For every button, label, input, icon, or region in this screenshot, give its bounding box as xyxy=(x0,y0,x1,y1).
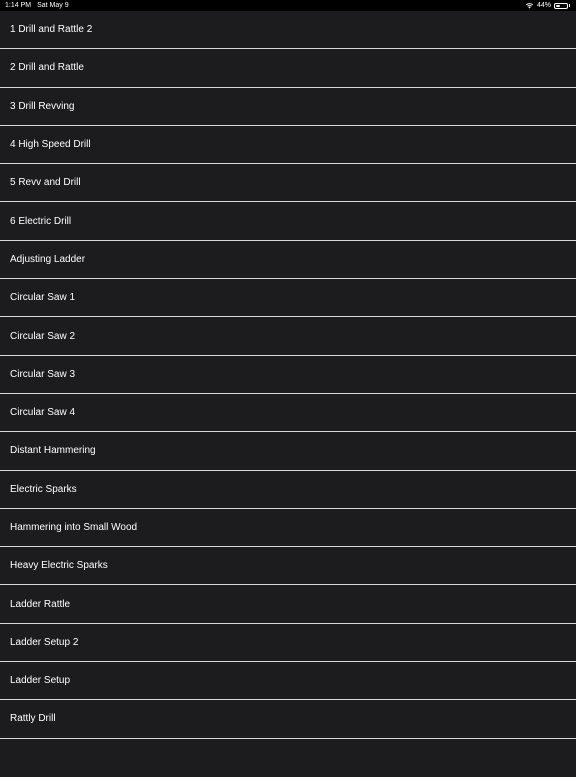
list-item[interactable]: Distant Hammering xyxy=(0,432,576,471)
list-item-label: Electric Sparks xyxy=(10,483,77,495)
status-date: Sat May 9 xyxy=(37,2,69,9)
list-item[interactable]: Rattly Drill xyxy=(0,700,576,739)
list-item[interactable]: 5 Revv and Drill xyxy=(0,164,576,203)
list-item[interactable]: Ladder Rattle xyxy=(0,585,576,624)
status-right: 44% xyxy=(525,0,570,11)
list-item[interactable]: 6 Electric Drill xyxy=(0,202,576,241)
battery-fill xyxy=(556,4,561,7)
list-item-label: 3 Drill Revving xyxy=(10,100,75,112)
list-item-label: Ladder Setup 2 xyxy=(10,636,79,648)
status-time: 1:14 PM xyxy=(5,2,32,9)
battery-icon xyxy=(554,2,568,9)
list-item[interactable]: Adjusting Ladder xyxy=(0,240,576,280)
list-item[interactable]: 4 High Speed Drill xyxy=(0,125,576,165)
list-item[interactable]: Circular Saw 1 xyxy=(0,279,576,318)
list-item-label: Ladder Rattle xyxy=(10,598,71,610)
list-item[interactable]: Hammering into Small Wood xyxy=(0,508,576,548)
list-item-label: 2 Drill and Rattle xyxy=(10,62,84,74)
list-item-label: 6 Electric Drill xyxy=(10,215,72,227)
list-item-label: 4 High Speed Drill xyxy=(10,139,91,151)
list-item-label: Distant Hammering xyxy=(10,445,96,457)
list-item-label: Circular Saw 3 xyxy=(10,368,76,380)
wifi-icon xyxy=(525,3,534,9)
list-item[interactable]: 1 Drill and Rattle 2 xyxy=(0,11,576,50)
list-item-label: Circular Saw 2 xyxy=(10,330,76,342)
list-item-label: 1 Drill and Rattle 2 xyxy=(10,24,93,36)
list-item[interactable]: Heavy Electric Sparks xyxy=(0,547,576,586)
list-item-label: Adjusting Ladder xyxy=(10,253,86,265)
list-item-label: Ladder Setup xyxy=(10,675,71,687)
list-item[interactable]: Ladder Setup 2 xyxy=(0,623,576,663)
list-item[interactable]: 3 Drill Revving xyxy=(0,87,576,126)
battery-cap xyxy=(569,4,570,7)
sound-list: 1 Drill and Rattle 2 2 Drill and Rattle 3 … xyxy=(0,11,576,777)
list-item-label: Heavy Electric Sparks xyxy=(10,560,108,572)
list-item[interactable]: Circular Saw 2 xyxy=(0,317,576,356)
list-item[interactable]: Electric Sparks xyxy=(0,470,576,509)
status-bar: 1:14 PM Sat May 9 44% xyxy=(0,0,576,11)
list-item-label: 5 Revv and Drill xyxy=(10,177,81,189)
list-item-label: Circular Saw 1 xyxy=(10,292,76,304)
list-item-partial[interactable] xyxy=(0,738,576,777)
list-item-label: Hammering into Small Wood xyxy=(10,522,138,533)
battery-percent: 44% xyxy=(536,2,551,9)
list-item[interactable]: 2 Drill and Rattle xyxy=(0,49,576,88)
list-item[interactable]: Ladder Setup xyxy=(0,662,576,701)
list-item[interactable]: Circular Saw 4 xyxy=(0,393,576,433)
list-item[interactable]: Circular Saw 3 xyxy=(0,355,576,394)
list-item-label: Rattly Drill xyxy=(10,713,56,725)
list-item-label: Circular Saw 4 xyxy=(10,407,76,419)
status-left: 1:14 PM Sat May 9 xyxy=(5,0,69,11)
